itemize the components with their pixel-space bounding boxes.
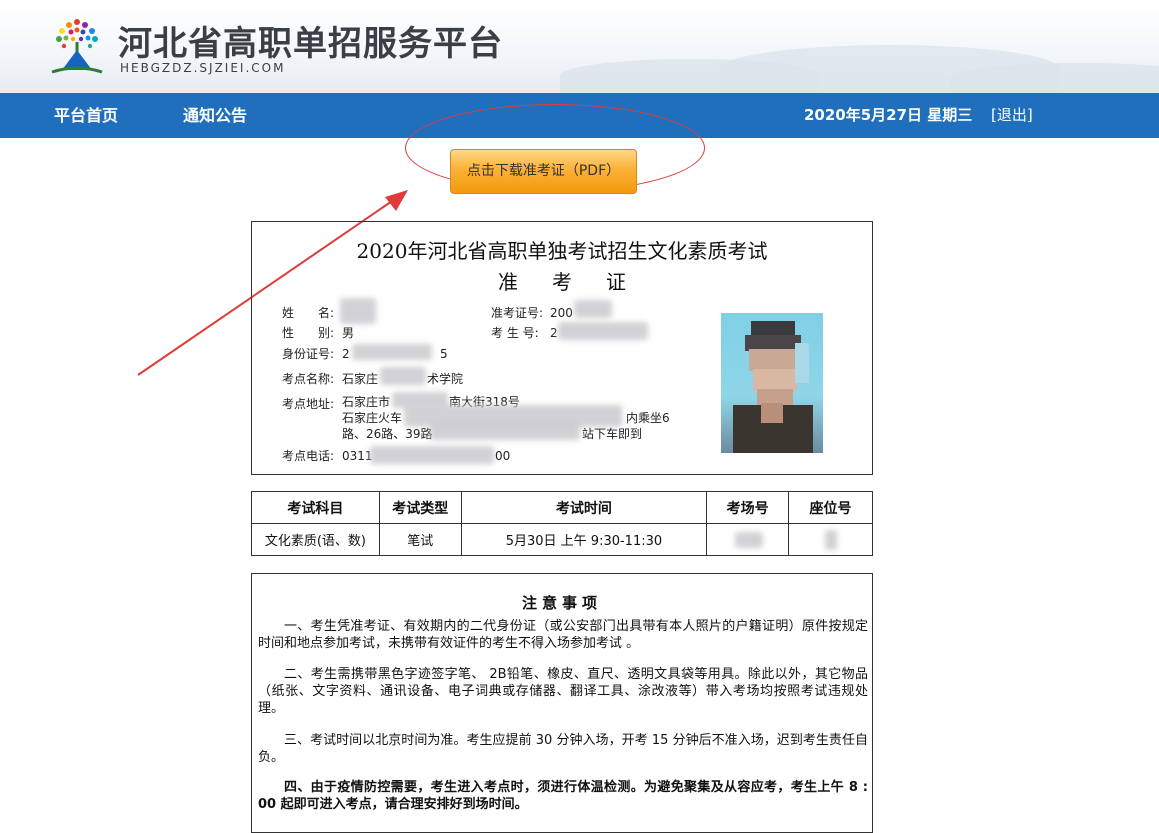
subject-cell: 文化素质(语、数) bbox=[251, 523, 380, 556]
table-header-row: 考试科目 考试类型 考试时间 考场号 座位号 bbox=[251, 491, 873, 524]
phone-end: 00 bbox=[495, 449, 511, 463]
note-item: 三、考试时间以北京时间为准。考生应提前 30 分钟入场，开考 15 分钟后不准入… bbox=[258, 733, 868, 765]
seat-number-cell bbox=[788, 523, 873, 556]
redacted-phone bbox=[370, 446, 494, 464]
site-name-start: 石家庄 bbox=[342, 372, 379, 386]
redacted-exam-number bbox=[558, 322, 648, 340]
address-line2-start: 石家庄火车 bbox=[342, 411, 403, 425]
id-tail: 5 bbox=[440, 347, 448, 361]
note-item: 四、由于疫情防控需要，考生进入考点时，须进行体温检测。为避免聚集及从容应考，考生… bbox=[258, 780, 868, 812]
column-header: 考试类型 bbox=[378, 491, 462, 524]
site-logo-icon bbox=[51, 19, 103, 74]
site-label: 考点名称: bbox=[282, 372, 335, 386]
exam-number-value: 2 bbox=[550, 326, 558, 340]
ticket-number-value: 200 bbox=[550, 306, 573, 320]
address-line3-start: 路、26路、39路 bbox=[342, 427, 433, 441]
gender-value: 男 bbox=[342, 326, 355, 340]
room-number-cell bbox=[706, 523, 790, 556]
ticket-title: 2020年河北省高职单独考试招生文化素质考试 bbox=[356, 239, 768, 263]
address-line2-end: 内乘坐6 bbox=[626, 411, 670, 425]
note-item: 二、考生需携带黑色字迹签字笔、 2B铅笔、橡皮、直尺、透明文具袋等用具。除此以外… bbox=[258, 667, 868, 716]
address-line1-start: 石家庄市 bbox=[342, 395, 391, 409]
exam-type-cell: 笔试 bbox=[378, 523, 462, 556]
address-line3-end: 站下车即到 bbox=[582, 427, 643, 441]
column-header: 考试时间 bbox=[460, 491, 708, 524]
redacted-seat bbox=[825, 530, 838, 550]
id-label: 身份证号: bbox=[282, 347, 335, 361]
id-value: 2 bbox=[342, 347, 350, 361]
column-header: 座位号 bbox=[788, 491, 873, 524]
logout-link[interactable]: [退出] bbox=[991, 93, 1033, 138]
site-header: 河北省高职单招服务平台 HEBGZDZ.SJZIEI.COM bbox=[0, 0, 1159, 93]
candidate-photo bbox=[721, 313, 823, 453]
redacted-ticket-number bbox=[574, 300, 612, 318]
exam-time-cell: 5月30日 上午 9:30-11:30 bbox=[460, 523, 708, 556]
ticket-number-label: 准考证号: bbox=[491, 306, 544, 320]
site-url: HEBGZDZ.SJZIEI.COM bbox=[120, 61, 286, 75]
name-label: 姓 名: bbox=[282, 306, 335, 320]
column-header: 考试科目 bbox=[251, 491, 380, 524]
redacted-name bbox=[340, 298, 376, 324]
exam-number-label: 考 生 号: bbox=[491, 326, 539, 340]
current-date: 2020年5月27日 星期三 bbox=[804, 106, 973, 124]
column-header: 考场号 bbox=[706, 491, 790, 524]
redacted-site-name bbox=[380, 367, 426, 385]
gender-label: 性 别: bbox=[282, 326, 335, 340]
exam-notes-panel: 注意事项 一、考生凭准考证、有效期内的二代身份证（或公安部门出具带有本人照片的户… bbox=[251, 573, 873, 833]
phone-label: 考点电话: bbox=[282, 449, 335, 463]
download-pdf-button[interactable]: 点击下载准考证（PDF） bbox=[450, 149, 637, 194]
address-label: 考点地址: bbox=[282, 397, 335, 411]
ticket-subtitle: 准考证 bbox=[498, 270, 660, 294]
nav-home-link[interactable]: 平台首页 bbox=[54, 93, 118, 138]
nav-notices-link[interactable]: 通知公告 bbox=[183, 93, 247, 138]
site-title: 河北省高职单招服务平台 bbox=[118, 24, 503, 64]
admission-ticket-card: 2020年河北省高职单独考试招生文化素质考试 准考证 姓 名: 性 别: 男 身… bbox=[251, 221, 873, 475]
redacted-room bbox=[735, 532, 764, 548]
redacted-id bbox=[352, 344, 432, 360]
redacted-address-3 bbox=[430, 422, 580, 440]
notes-title: 注意事项 bbox=[521, 594, 602, 612]
phone-start: 0311 bbox=[342, 449, 373, 463]
table-row: 文化素质(语、数) 笔试 5月30日 上午 9:30-11:30 bbox=[251, 523, 873, 556]
site-name-end: 术学院 bbox=[427, 372, 464, 386]
note-item: 一、考生凭准考证、有效期内的二代身份证（或公安部门出具带有本人照片的户籍证明）原… bbox=[258, 619, 868, 651]
exam-schedule-table: 考试科目 考试类型 考试时间 考场号 座位号 文化素质(语、数) 笔试 5月30… bbox=[251, 491, 873, 556]
